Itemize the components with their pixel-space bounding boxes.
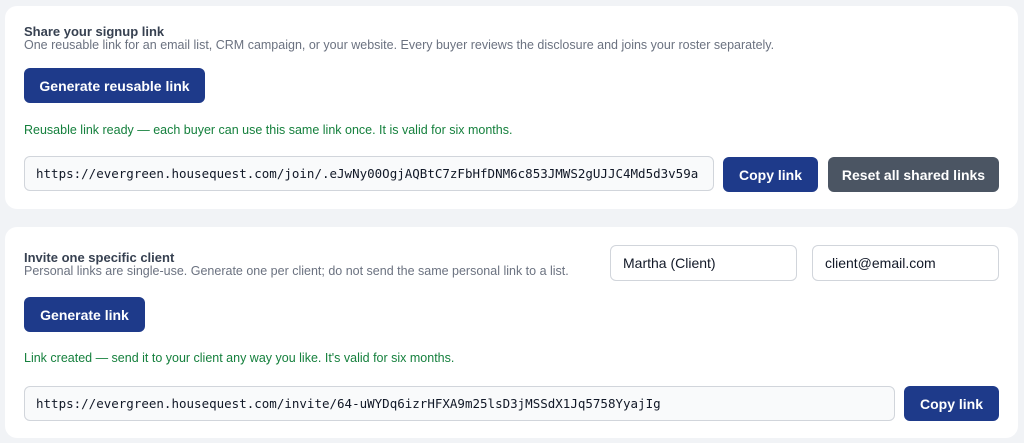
share-signup-card: Share your signup link One reusable link… (5, 6, 1018, 209)
share-section-description: One reusable link for an email list, CRM… (24, 38, 775, 52)
client-name-field[interactable] (610, 245, 797, 281)
reset-shared-links-button[interactable]: Reset all shared links (828, 157, 999, 192)
copy-personal-link-button[interactable]: Copy link (904, 386, 999, 421)
personal-link-success-message: Link created — send it to your client an… (24, 351, 455, 365)
invite-section-description: Personal links are single-use. Generate … (24, 264, 569, 278)
personal-link-field[interactable] (24, 386, 895, 421)
reusable-link-success-message: Reusable link ready — each buyer can use… (24, 123, 513, 137)
invite-client-card: Invite one specific client Personal link… (5, 227, 1018, 438)
generate-reusable-link-button[interactable]: Generate reusable link (24, 68, 205, 103)
share-section-title: Share your signup link (24, 24, 165, 39)
reusable-link-field[interactable] (24, 156, 714, 191)
generate-personal-link-button[interactable]: Generate link (24, 297, 145, 332)
client-email-field[interactable] (812, 245, 999, 281)
copy-reusable-link-button[interactable]: Copy link (723, 157, 818, 192)
invite-section-title: Invite one specific client (24, 250, 175, 265)
